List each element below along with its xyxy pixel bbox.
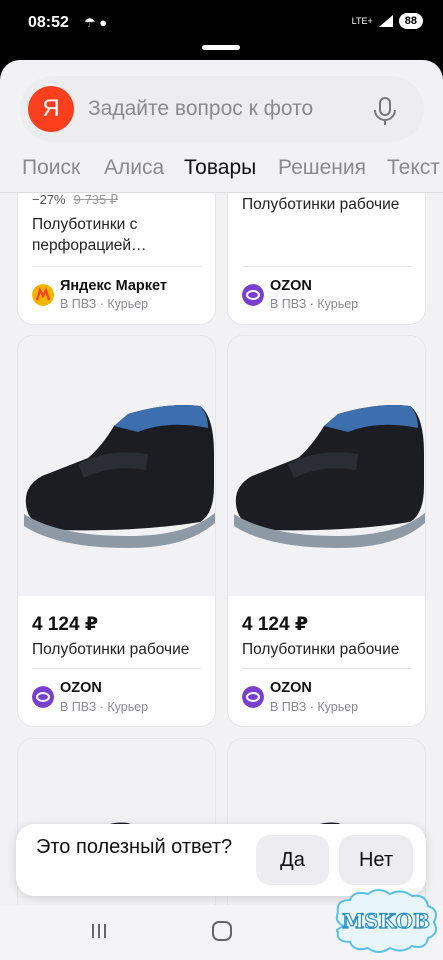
sheet-drag-handle[interactable]	[202, 45, 240, 50]
yandex-market-icon	[32, 284, 54, 306]
tab-text[interactable]: Текст	[387, 156, 440, 180]
feedback-yes-button[interactable]: Да	[256, 835, 329, 885]
feedback-no-button[interactable]: Нет	[339, 835, 413, 885]
network-label: LTE+	[351, 16, 373, 26]
home-icon[interactable]	[212, 921, 232, 941]
divider	[32, 668, 201, 669]
shoe-image	[234, 405, 425, 548]
product-card[interactable]: 4 124 ₽ Полуботинки рабочие OZON В ПВЗ ·…	[17, 335, 216, 727]
status-right: LTE+ 88	[352, 13, 423, 29]
search-input[interactable]	[88, 94, 358, 124]
feedback-question: Это полезный ответ?	[36, 836, 233, 858]
divider	[242, 266, 411, 267]
product-card[interactable]: 4 124 ₽ Полуботинки рабочие OZON В ПВЗ ·…	[227, 335, 426, 727]
search-bar[interactable]: Я	[20, 76, 424, 142]
shop-name: OZON	[60, 680, 102, 696]
tabs: Поиск Алиса Товары Решения Текст	[0, 156, 443, 192]
shop-name: OZON	[270, 680, 312, 696]
shop-name: Яндекс Маркет	[60, 278, 168, 294]
ozon-icon	[242, 686, 264, 708]
product-title: Полуботинки рабочие	[32, 641, 190, 658]
old-price: 9 735 ₽	[73, 193, 119, 207]
mskob-watermark-logo: MSKOB	[335, 889, 437, 953]
ozon-icon	[242, 284, 264, 306]
product-title: Полуботинки рабочие	[242, 196, 400, 213]
watermark-text: MSKOB	[342, 909, 430, 933]
divider	[242, 668, 411, 669]
delivery-options: В ПВЗ · Курьер	[60, 297, 149, 311]
notification-icons: ☂ ●	[84, 15, 108, 30]
microphone-icon[interactable]	[372, 96, 398, 126]
delivery-options: В ПВЗ · Курьер	[270, 700, 359, 714]
delivery-options: В ПВЗ · Курьер	[270, 297, 359, 311]
product-card[interactable]: Полуботинки рабочие OZON В ПВЗ · Курьер	[227, 193, 426, 325]
product-price: 4 124 ₽	[242, 614, 309, 635]
delivery-options: В ПВЗ · Курьер	[60, 700, 149, 714]
tab-products[interactable]: Товары	[184, 156, 256, 180]
product-title: Полуботинки рабочие	[242, 641, 400, 658]
shoe-image	[24, 405, 215, 548]
product-price: 4 124 ₽	[32, 614, 99, 635]
battery-indicator: 88	[398, 13, 423, 29]
product-card[interactable]: −27% 9 735 ₽ Полуботинки с перфорацией… Я…	[17, 193, 216, 325]
divider	[32, 266, 201, 267]
status-time: 08:52	[28, 14, 69, 31]
product-image[interactable]	[18, 336, 215, 596]
tab-solutions[interactable]: Решения	[278, 156, 366, 180]
shop-name: OZON	[270, 278, 312, 294]
signal-icon	[378, 15, 393, 27]
tab-alice[interactable]: Алиса	[104, 156, 164, 180]
recent-apps-icon[interactable]	[90, 922, 108, 940]
discount-row: −27% 9 735 ₽	[32, 193, 118, 208]
ozon-icon	[32, 686, 54, 708]
status-bar: 08:52 ☂ ● LTE+ 88	[0, 0, 443, 48]
discount-badge: −27%	[32, 193, 66, 207]
yandex-logo[interactable]: Я	[28, 86, 74, 132]
tab-search[interactable]: Поиск	[22, 156, 80, 180]
product-image[interactable]	[228, 336, 425, 596]
product-title: Полуботинки с перфорацией…	[32, 216, 147, 254]
